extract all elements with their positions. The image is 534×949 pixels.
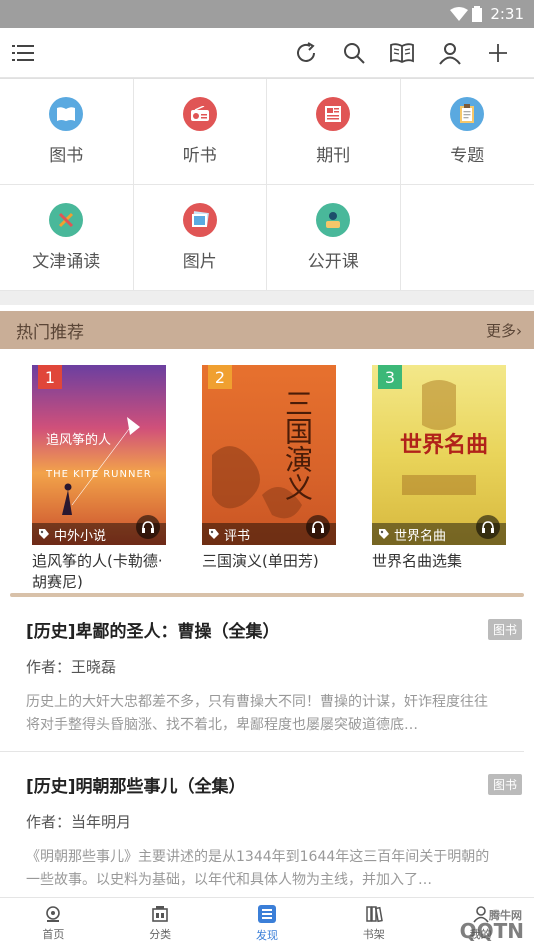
open-book-icon: [390, 42, 414, 63]
book-tag: 世界名曲: [394, 528, 447, 544]
book-title: 三国演义(单田芳): [202, 552, 319, 570]
book-icon: [49, 97, 84, 131]
article-author: 作者：当年明月: [26, 813, 132, 831]
category-icon: [152, 906, 168, 922]
refresh-icon: [297, 41, 315, 62]
hot-title: 热门推荐: [16, 322, 84, 343]
plus-icon: [489, 43, 507, 62]
lecture-icon: [316, 203, 351, 237]
type-badge: 图书: [487, 774, 522, 795]
nav-home[interactable]: 首页: [0, 898, 107, 949]
category-open-courses[interactable]: 公开课: [267, 185, 401, 291]
rank-badge: 3: [378, 365, 402, 389]
menu-button[interactable]: [12, 31, 60, 75]
bottom-nav: 首页 分类 发现 书架 我的: [0, 897, 534, 949]
add-button[interactable]: [474, 31, 522, 75]
category-topics[interactable]: 专题: [400, 79, 534, 185]
hot-books: 追风筝的人 THE KITE RUNNER 1 中外小说 追风筝的人(卡勒德·胡…: [0, 349, 534, 593]
more-link[interactable]: 更多›: [486, 320, 522, 341]
headphones-icon: [476, 515, 500, 539]
rank-badge: 2: [208, 365, 232, 389]
status-time: 2:31: [490, 5, 524, 23]
category-pictures[interactable]: 图片: [133, 185, 267, 291]
tag-icon: [209, 529, 219, 539]
cover-subtitle: THE KITE RUNNER: [46, 469, 152, 480]
tag-icon: [379, 529, 389, 539]
cover-title: 世界名曲: [400, 433, 489, 458]
user-icon: [439, 42, 461, 65]
category-label: 图片: [182, 252, 217, 272]
book-card[interactable]: 世界名曲 3 世界名曲 世界名曲选集: [372, 365, 506, 593]
book-title: 世界名曲选集: [372, 552, 463, 570]
clipboard-icon: [450, 97, 485, 131]
category-grid: 图书 听书 期刊 专题 文津诵读 图片 公开课: [0, 78, 534, 291]
category-empty: [400, 185, 534, 291]
category-audio[interactable]: 听书: [133, 79, 267, 185]
book-cover: 三国演义 2 评书: [202, 365, 336, 545]
refresh-button[interactable]: [282, 31, 330, 75]
nav-label: 书架: [362, 928, 385, 941]
category-label: 听书: [182, 146, 217, 166]
battery-icon: [472, 6, 483, 22]
category-label: 图书: [49, 146, 84, 166]
headphones-icon: [306, 515, 330, 539]
book-title: 追风筝的人(卡勒德·胡赛尼): [32, 552, 163, 591]
category-label: 公开课: [307, 252, 359, 272]
nav-label: 首页: [42, 928, 65, 941]
book-cover: 世界名曲 3 世界名曲: [372, 365, 506, 545]
brush-icon: [49, 203, 84, 237]
cover-title: 追风筝的人: [46, 433, 112, 448]
top-toolbar: [0, 28, 534, 78]
newspaper-icon: [316, 97, 351, 131]
search-button[interactable]: [330, 31, 378, 75]
home-icon: [46, 906, 61, 922]
category-label: 文津诵读: [32, 252, 101, 272]
article-item[interactable]: [历史]明朝那些事儿（全集） 图书 作者：当年明月 《明朝那些事儿》主要讲述的是…: [0, 752, 524, 906]
section-divider: [0, 291, 534, 305]
nav-label: 分类: [149, 928, 172, 941]
type-badge: 图书: [487, 619, 522, 640]
cover-title: 三国演义: [281, 389, 314, 501]
nav-label: 发现: [255, 929, 278, 942]
article-author: 作者：王晓磊: [26, 658, 117, 676]
tag-icon: [39, 529, 49, 539]
headphones-icon: [136, 515, 160, 539]
article-desc: 历史上的大奸大忠都差不多，只有曹操大不同！曹操的计谋，奸诈程度往往将对手整得头昏…: [26, 694, 488, 733]
rank-badge: 1: [38, 365, 62, 389]
book-card[interactable]: 追风筝的人 THE KITE RUNNER 1 中外小说 追风筝的人(卡勒德·胡…: [32, 365, 166, 593]
article-title: [历史]明朝那些事儿（全集）: [26, 777, 246, 797]
book-cover: 追风筝的人 THE KITE RUNNER 1 中外小说: [32, 365, 166, 545]
category-journals[interactable]: 期刊: [267, 79, 401, 185]
article-item[interactable]: [历史]卑鄙的圣人：曹操（全集） 图书 作者：王晓磊 历史上的大奸大忠都差不多，…: [0, 597, 524, 752]
book-tag: 中外小说: [54, 528, 107, 544]
nav-category[interactable]: 分类: [107, 898, 214, 949]
category-books[interactable]: 图书: [0, 79, 134, 185]
watermark-logo: 腾牛网 QQTN: [459, 909, 524, 943]
category-label: 专题: [450, 146, 485, 166]
book-card[interactable]: 三国演义 2 评书 三国演义(单田芳): [202, 365, 336, 593]
category-label: 期刊: [316, 146, 351, 166]
wifi-icon: [450, 7, 469, 21]
discover-icon: [257, 905, 276, 923]
picture-icon: [182, 203, 217, 237]
reading-button[interactable]: [378, 31, 426, 75]
menu-icon: [12, 44, 34, 61]
article-desc: 《明朝那些事儿》主要讲述的是从1344年到1644年这三百年间关于明朝的一些故事…: [26, 849, 490, 888]
nav-shelf[interactable]: 书架: [320, 898, 427, 949]
nav-discover[interactable]: 发现: [214, 898, 321, 949]
shelf-icon: [366, 906, 383, 923]
article-title: [历史]卑鄙的圣人：曹操（全集）: [26, 622, 280, 642]
book-tag: 评书: [224, 528, 251, 544]
category-recitation[interactable]: 文津诵读: [0, 185, 134, 291]
radio-icon: [182, 97, 217, 131]
hot-header: 热门推荐 更多›: [0, 311, 534, 349]
search-icon: [344, 42, 365, 64]
status-bar: 2:31: [0, 0, 534, 28]
account-button[interactable]: [426, 31, 474, 75]
